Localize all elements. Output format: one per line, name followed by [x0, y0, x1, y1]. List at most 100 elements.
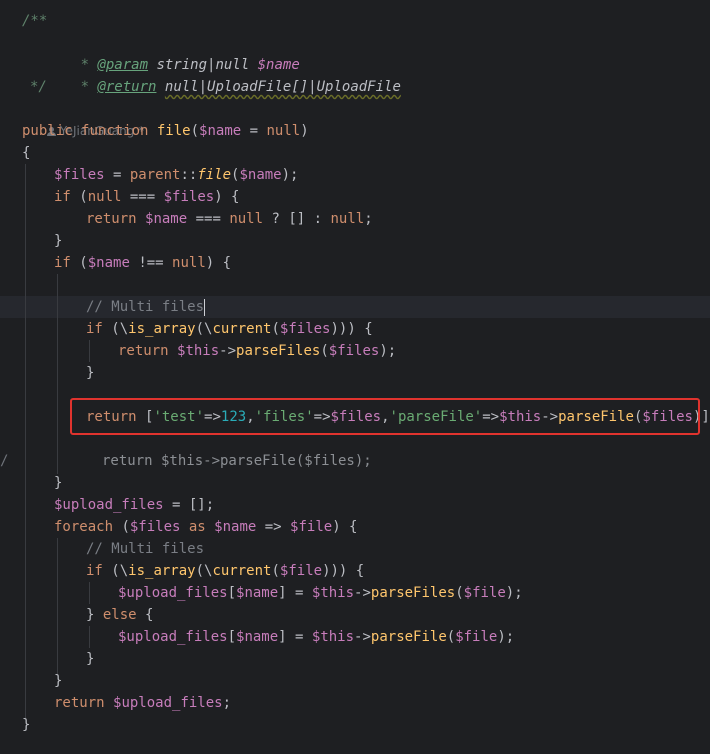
code-line[interactable]: // Multi files	[0, 296, 710, 318]
code-line[interactable]: }	[0, 472, 710, 494]
code-token: $upload_files	[118, 629, 228, 645]
code-token: )	[300, 123, 309, 139]
code-line[interactable]: return $name === null ? [] : null;	[0, 208, 710, 230]
code-line-content: }	[86, 362, 94, 384]
code-token: $name	[239, 167, 282, 183]
code-line-content: }	[54, 670, 62, 692]
code-token: parseFiles	[236, 343, 321, 359]
code-line[interactable]	[0, 274, 710, 296]
code-line[interactable]: }	[0, 670, 710, 692]
author-hint-line: YeJianGuang *	[0, 98, 710, 138]
code-token: }	[54, 233, 63, 249]
code-token: (	[79, 189, 88, 205]
code-line-content: if ($name !== null) {	[54, 252, 231, 274]
code-line[interactable]: if (null === $files) {	[0, 186, 710, 208]
code-token: return	[86, 211, 146, 227]
code-token: ===	[121, 189, 164, 205]
code-token: );	[379, 343, 397, 359]
code-token: (	[320, 343, 329, 359]
code-token: $name	[214, 519, 257, 535]
code-line-content: }	[54, 472, 62, 494]
code-token: $file	[455, 629, 498, 645]
code-line[interactable]: return $this->parseFile($files);	[0, 450, 710, 472]
code-editor[interactable]: /** * @param string|null $name * @return…	[0, 0, 710, 754]
code-line-content: {	[22, 142, 30, 164]
code-token: is_array	[128, 321, 196, 337]
code-line[interactable]: $upload_files[$name] = $this->parseFiles…	[0, 582, 710, 604]
code-token: parent	[129, 167, 181, 183]
code-line[interactable]: }	[0, 362, 710, 384]
code-line[interactable]: $upload_files[$name] = $this->parseFile(…	[0, 626, 710, 648]
code-line[interactable]: if (\is_array(\current($files))) {	[0, 318, 710, 340]
annotation-highlight-box	[70, 398, 700, 435]
code-line[interactable]: }	[0, 648, 710, 670]
code-line[interactable]: return $upload_files;	[0, 692, 710, 714]
code-token: ;	[222, 695, 232, 711]
code-line-content: $files = parent::file($name);	[54, 164, 298, 186]
code-token: $files	[163, 189, 215, 205]
code-token: [	[227, 629, 237, 645]
code-line-content: foreach ($files as $name => $file) {	[54, 516, 358, 538]
code-token: (	[455, 585, 464, 601]
code-line[interactable]: foreach ($files as $name => $file) {	[0, 516, 710, 538]
doc-comment-open: /**	[22, 13, 48, 29]
code-token: ->	[354, 629, 371, 645]
code-token: ))) {	[330, 321, 373, 337]
code-token: // Multi files	[86, 299, 205, 315]
code-token: (	[79, 255, 88, 271]
code-token: null	[87, 189, 122, 205]
code-token: function	[81, 123, 157, 139]
code-line[interactable]: if (\is_array(\current($file))) {	[0, 560, 710, 582]
code-token: }	[22, 717, 31, 733]
gutter-change-marker: /	[0, 453, 9, 469]
code-line[interactable]: {	[0, 142, 710, 164]
code-line[interactable]: }	[0, 230, 710, 252]
code-token: (\	[195, 563, 213, 579]
code-token: file	[197, 167, 232, 183]
code-line[interactable]: $upload_files = [];	[0, 494, 710, 516]
code-token: $name	[236, 629, 279, 645]
code-token: (	[446, 629, 456, 645]
code-line[interactable]: $files = parent::file($name);	[0, 164, 710, 186]
code-token: current	[212, 563, 272, 579]
code-token: ===	[187, 211, 230, 227]
code-token: );	[281, 167, 299, 183]
code-token: $this	[311, 585, 355, 601]
code-token: parseFile	[370, 629, 447, 645]
code-token: $upload_files	[54, 497, 164, 513]
code-token: (	[190, 123, 200, 139]
code-line-content: if (\is_array(\current($file))) {	[86, 560, 364, 582]
code-line[interactable]: // Multi files	[0, 538, 710, 560]
code-token: return	[54, 695, 114, 711]
doc-comment-close: */	[30, 79, 47, 95]
code-token: =	[104, 167, 130, 183]
code-token: // Multi files	[86, 541, 205, 557]
code-line[interactable]: } else {	[0, 604, 710, 626]
code-token: (\	[111, 563, 129, 579]
code-token: ) {	[214, 189, 240, 205]
code-token: ? [] :	[263, 211, 331, 227]
code-token: ::	[180, 167, 198, 183]
code-token: null	[229, 211, 264, 227]
code-token: $upload_files	[118, 585, 228, 601]
code-line[interactable]: if ($name !== null) {	[0, 252, 710, 274]
code-token: if	[86, 321, 112, 337]
code-line[interactable]: public function file($name = null)	[0, 120, 710, 142]
code-token: {	[145, 607, 154, 623]
doc-comment-close-line: */	[0, 76, 710, 98]
code-line-content: }	[22, 714, 30, 736]
code-line-content: $upload_files[$name] = $this->parseFile(…	[118, 626, 514, 648]
code-token: }	[54, 475, 63, 491]
code-token: return $this->parseFile($files);	[102, 453, 372, 469]
code-line-content: if (\is_array(\current($files))) {	[86, 318, 373, 340]
code-token: ] =	[278, 629, 312, 645]
code-token: }	[86, 651, 95, 667]
code-token: foreach	[54, 519, 122, 535]
code-line-content: return $name === null ? [] : null;	[86, 208, 373, 230]
code-token: null	[330, 211, 365, 227]
code-token: $name	[145, 211, 188, 227]
code-token: ->	[354, 585, 371, 601]
code-line-content: return $this->parseFile($files);	[102, 450, 372, 472]
code-line[interactable]: }	[0, 714, 710, 736]
code-line[interactable]: return $this->parseFiles($files);	[0, 340, 710, 362]
